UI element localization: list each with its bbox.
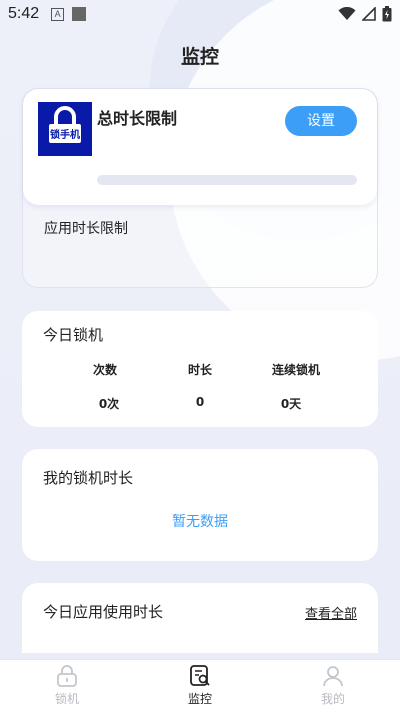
stat-streak-value: 0天: [280, 397, 302, 411]
tab-lock-label: 锁机: [54, 692, 79, 706]
notification-a-icon: A: [51, 7, 65, 21]
wifi-icon: [338, 7, 356, 20]
view-all-link[interactable]: 查看全部: [305, 603, 357, 622]
tab-profile-label: 我的: [320, 692, 345, 706]
logo-text: 锁手机: [50, 128, 80, 141]
total-limit-panel: 锁手机 总时长限制 设置: [23, 89, 377, 205]
app-usage-title: 今日应用使用时长: [43, 603, 164, 621]
status-bar: 5:42 A: [0, 0, 400, 28]
status-time: 5:42: [8, 5, 40, 22]
my-lock-time-card: 我的锁机时长 暂无数据: [22, 449, 378, 561]
signal-icon: [362, 7, 376, 21]
app-limit-label: 应用时长限制: [44, 221, 128, 237]
limit-progress-bar: [97, 175, 357, 185]
tab-lock[interactable]: 锁机: [27, 664, 107, 707]
tab-profile[interactable]: 我的: [293, 664, 373, 707]
today-lock-title: 今日锁机: [43, 326, 104, 344]
settings-button[interactable]: 设置: [285, 106, 357, 136]
battery-icon: [382, 6, 392, 22]
lock-icon: [57, 665, 77, 687]
monitor-icon: [190, 665, 210, 686]
tab-monitor[interactable]: 监控: [160, 664, 240, 707]
tab-monitor-label: 监控: [187, 692, 212, 706]
time-limit-card: 锁手机 总时长限制 设置 应用时长限制: [22, 88, 378, 288]
app-logo: 锁手机: [38, 102, 92, 156]
bottom-tab-bar: 锁机 监控 我的: [0, 659, 400, 712]
total-limit-title: 总时长限制: [97, 109, 178, 128]
my-lock-time-title: 我的锁机时长: [43, 469, 134, 487]
page-title: 监控: [180, 46, 219, 68]
notification-square-icon: [72, 7, 87, 21]
no-data-text: 暂无数据: [172, 514, 228, 530]
padlock-logo-icon: 锁手机: [49, 106, 81, 143]
stat-streak-label: 连续锁机: [271, 363, 320, 377]
profile-icon: [323, 666, 343, 687]
today-lock-card: 今日锁机 次数 时长 连续锁机 0次 0 0天: [22, 311, 378, 427]
app-usage-card: 今日应用使用时长 查看全部: [22, 583, 378, 653]
